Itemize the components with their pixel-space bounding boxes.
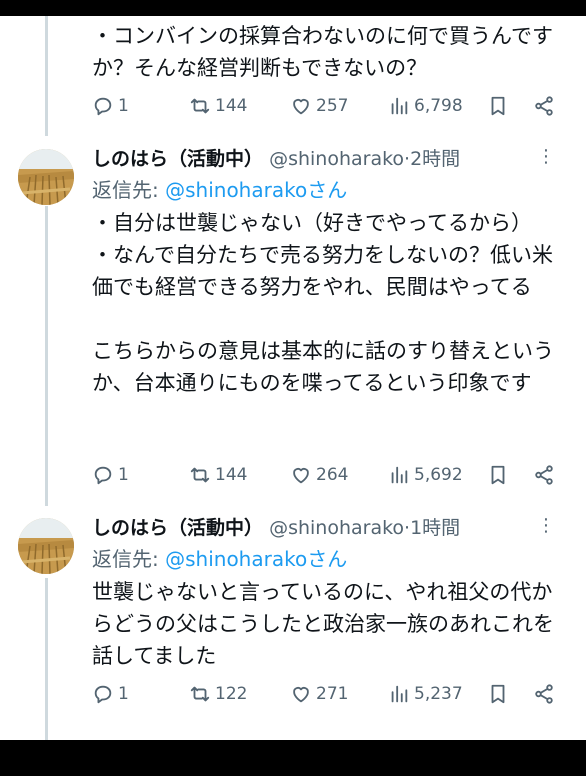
replying-to-prefix: 返信先: xyxy=(92,547,166,571)
retweet-icon xyxy=(190,98,210,114)
post-body: ・自分は世襲じゃない（好きでやってるから） ・なんで自分たちで売る努力をしないの… xyxy=(92,211,554,395)
post-body: 世襲じゃないと言っているのに、やれ祖父の代からどうの父はこうしたと政治家一族のあ… xyxy=(92,580,554,668)
reply-count: 1 xyxy=(118,96,129,116)
post-body: ・コンバインの採算合わないのに何で買うんですか？そんな経営判断もできないの？ xyxy=(92,24,553,80)
post[interactable]: しのはら（活動中） @shinoharako·1時間 ⋮ 返信先: @shino… xyxy=(0,515,586,740)
post-actions: 1 144 257 6,798 xyxy=(92,92,562,120)
share-icon xyxy=(535,684,553,704)
more-icon[interactable]: ⋮ xyxy=(537,146,556,167)
reply-icon xyxy=(94,685,112,704)
post-actions: 1 122 271 5,237 xyxy=(92,680,562,708)
retweet-button[interactable]: 144 xyxy=(189,92,247,120)
author-handle[interactable]: @shinoharako xyxy=(269,148,404,170)
post-time[interactable]: 1時間 xyxy=(410,517,460,539)
retweet-button[interactable]: 144 xyxy=(189,461,247,489)
like-button[interactable]: 271 xyxy=(290,680,348,708)
like-count: 271 xyxy=(316,684,349,704)
retweet-button[interactable]: 122 xyxy=(189,680,247,708)
navigation-bar xyxy=(0,740,586,776)
views-button[interactable]: 6,798 xyxy=(388,92,463,120)
author-handle[interactable]: @shinoharako xyxy=(269,517,404,539)
views-button[interactable]: 5,237 xyxy=(388,680,463,708)
retweet-icon xyxy=(190,467,210,483)
heart-icon xyxy=(293,687,309,703)
share-button[interactable] xyxy=(533,92,559,120)
retweet-count: 122 xyxy=(215,684,248,704)
retweet-count: 144 xyxy=(215,96,248,116)
views-count: 5,692 xyxy=(414,465,463,485)
share-icon xyxy=(535,96,553,116)
retweet-count: 144 xyxy=(215,465,248,485)
views-icon xyxy=(391,97,408,115)
share-icon xyxy=(535,465,553,485)
bookmark-icon xyxy=(491,96,505,116)
bookmark-icon xyxy=(491,465,505,485)
bookmark-button[interactable] xyxy=(487,680,513,708)
bookmark-button[interactable] xyxy=(487,92,513,120)
heart-icon xyxy=(293,99,309,115)
reply-button[interactable]: 1 xyxy=(92,92,129,120)
share-button[interactable] xyxy=(533,680,559,708)
post-header: しのはら（活動中） @shinoharako·2時間 xyxy=(92,146,460,172)
share-button[interactable] xyxy=(533,461,559,489)
reply-icon xyxy=(94,466,112,485)
like-count: 257 xyxy=(316,96,349,116)
more-icon[interactable]: ⋮ xyxy=(537,515,556,536)
mention-suffix: さん xyxy=(307,178,348,202)
post-header: しのはら（活動中） @shinoharako·1時間 xyxy=(92,515,460,541)
views-count: 5,237 xyxy=(414,684,463,704)
reply-icon xyxy=(94,97,112,116)
like-button[interactable]: 264 xyxy=(290,461,348,489)
views-icon xyxy=(391,685,408,703)
like-count: 264 xyxy=(316,465,349,485)
like-button[interactable]: 257 xyxy=(290,92,348,120)
wheat-field-avatar xyxy=(18,149,74,205)
post[interactable]: しのはら（活動中） @shinoharako·2時間 ⋮ 返信先: @shino… xyxy=(0,146,586,508)
replying-to-prefix: 返信先: xyxy=(92,178,166,202)
retweet-icon xyxy=(190,686,210,702)
post[interactable]: ・コンバインの採算合わないのに何で買うんですか？そんな経営判断もできないの？ 1… xyxy=(0,16,586,146)
bookmark-button[interactable] xyxy=(487,461,513,489)
mention-suffix: さん xyxy=(307,547,348,571)
mention-link[interactable]: @shinoharako xyxy=(165,178,307,202)
status-bar xyxy=(0,0,586,16)
author-name[interactable]: しのはら（活動中） xyxy=(92,517,263,539)
mention-link[interactable]: @shinoharako xyxy=(165,547,307,571)
reply-button[interactable]: 1 xyxy=(92,461,129,489)
heart-icon xyxy=(293,468,309,484)
replying-to: 返信先: @shinoharakoさん xyxy=(92,545,347,573)
views-count: 6,798 xyxy=(414,96,463,116)
views-icon xyxy=(391,466,408,484)
reply-count: 1 xyxy=(118,684,129,704)
avatar[interactable] xyxy=(18,518,74,574)
author-name[interactable]: しのはら（活動中） xyxy=(92,148,263,170)
post-time[interactable]: 2時間 xyxy=(410,148,460,170)
views-button[interactable]: 5,692 xyxy=(388,461,463,489)
avatar[interactable] xyxy=(18,149,74,205)
reply-count: 1 xyxy=(118,465,129,485)
wheat-field-avatar xyxy=(18,518,74,574)
reply-button[interactable]: 1 xyxy=(92,680,129,708)
replying-to: 返信先: @shinoharakoさん xyxy=(92,176,347,204)
post-actions: 1 144 264 5,692 xyxy=(92,461,562,489)
bookmark-icon xyxy=(491,684,505,704)
